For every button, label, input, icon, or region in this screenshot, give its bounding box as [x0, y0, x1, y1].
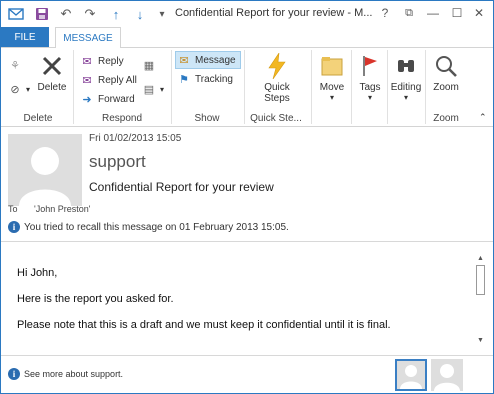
title-bar: ↶ ↷ ↑ ↓ ▾ Confidential Report for your r…: [1, 1, 493, 27]
see-more-link[interactable]: i See more about support.: [8, 368, 123, 380]
reply-button[interactable]: ✉ Reply: [79, 52, 124, 70]
tracking-label: Tracking: [195, 73, 233, 85]
save-icon[interactable]: [33, 5, 51, 23]
zoom-label: Zoom: [433, 82, 459, 93]
redo-icon[interactable]: ↷: [81, 5, 99, 23]
outlook-app-icon[interactable]: [7, 5, 25, 23]
quick-steps-label-1: Quick: [264, 82, 290, 93]
flag-icon: [356, 52, 384, 80]
people-avatar-selected[interactable]: [395, 359, 427, 391]
group-separator: [425, 50, 426, 124]
group-separator: [311, 50, 312, 124]
scroll-up-icon[interactable]: ▲: [474, 253, 487, 263]
to-label: To: [8, 204, 18, 214]
window-title: Confidential Report for your review - M.…: [175, 7, 373, 19]
info-icon: i: [8, 221, 20, 233]
quick-steps-label-2: Steps: [264, 93, 290, 104]
zoom-group-label: Zoom: [433, 113, 459, 124]
reply-all-label: Reply All: [98, 74, 137, 86]
delete-label: Delete: [37, 82, 67, 93]
message-view-button[interactable]: ✉ Message: [175, 51, 241, 69]
forward-icon: ➜: [82, 93, 92, 106]
quick-steps-group-label: Quick Ste...: [250, 113, 302, 124]
binoculars-icon: [392, 52, 420, 80]
message-header: Fri 01/02/2013 15:05 support Confidentia…: [1, 128, 493, 242]
editing-dropdown-icon: ▾: [403, 93, 408, 102]
forward-label: Forward: [98, 93, 135, 105]
tab-file[interactable]: FILE: [1, 27, 49, 47]
body-line: Hi John,: [17, 267, 58, 279]
scroll-thumb[interactable]: [476, 265, 485, 295]
header-divider: [1, 241, 493, 242]
group-separator: [171, 50, 172, 124]
reply-all-button[interactable]: ✉ Reply All: [79, 71, 137, 89]
group-separator: [73, 50, 74, 124]
message-body[interactable]: Hi John, Here is the report you asked fo…: [1, 251, 493, 355]
outlook-message-window: ↶ ↷ ↑ ↓ ▾ Confidential Report for your r…: [0, 0, 494, 394]
tracking-icon: ⚑: [179, 73, 189, 86]
body-line: Here is the report you asked for.: [17, 293, 174, 305]
recall-info-bar: i You tried to recall this message on 01…: [8, 221, 289, 233]
folder-move-icon: [318, 52, 346, 80]
arrow-down-icon[interactable]: ↓: [131, 5, 149, 23]
see-more-text: See more about support.: [24, 369, 124, 379]
message-icon: ✉: [179, 54, 189, 67]
magnifier-icon: [432, 52, 460, 80]
reply-icon: ✉: [82, 55, 92, 68]
minimize-button[interactable]: —: [421, 3, 445, 23]
maximize-button[interactable]: ☐: [445, 3, 469, 23]
forward-button[interactable]: ➜ Forward: [79, 90, 135, 108]
body-line: Please note that this is a draft and we …: [17, 319, 391, 331]
sender-avatar[interactable]: [8, 134, 82, 206]
tab-message[interactable]: MESSAGE: [55, 27, 121, 48]
recall-info-text: You tried to recall this message on 01 F…: [24, 221, 289, 233]
reply-all-icon: ✉: [82, 74, 92, 87]
info-icon: i: [8, 368, 20, 380]
zoom-button[interactable]: Zoom: [428, 52, 464, 93]
undo-icon[interactable]: ↶: [57, 5, 75, 23]
more-respond-icon[interactable]: ▤ ▾: [141, 80, 164, 98]
close-button[interactable]: ✕: [467, 3, 491, 23]
scroll-down-icon[interactable]: ▼: [474, 335, 487, 345]
reply-label: Reply: [98, 55, 124, 67]
editing-button[interactable]: Editing ▾: [388, 52, 424, 102]
message-label: Message: [195, 54, 236, 66]
customize-qat-icon[interactable]: ▾: [153, 5, 171, 23]
move-dropdown-icon: ▾: [329, 93, 334, 102]
sender-name[interactable]: support: [89, 152, 146, 172]
delete-button[interactable]: Delete: [35, 52, 69, 93]
sent-date: Fri 01/02/2013 15:05: [89, 133, 182, 144]
ignore-icon[interactable]: ⚘: [7, 56, 26, 74]
tags-label: Tags: [359, 82, 381, 93]
editing-label: Editing: [390, 82, 422, 93]
show-group-label: Show: [194, 113, 220, 124]
help-button[interactable]: ?: [373, 3, 397, 23]
tags-dropdown-icon: ▾: [367, 93, 372, 102]
ribbon: ⚘ ⊘ ▾ Delete Delete ✉ Reply ✉ Reply All ➜…: [1, 47, 493, 127]
quick-steps-button[interactable]: Quick Steps: [253, 52, 301, 104]
delete-x-icon: [38, 52, 66, 80]
message-subject: Confidential Report for your review: [89, 180, 274, 194]
tags-button[interactable]: Tags ▾: [355, 52, 385, 102]
ribbon-display-button[interactable]: ⧉: [397, 3, 421, 23]
people-pane: i See more about support.: [1, 355, 493, 393]
tracking-button[interactable]: ⚑ Tracking: [176, 70, 233, 88]
move-label: Move: [319, 82, 345, 93]
arrow-up-icon[interactable]: ↑: [107, 5, 125, 23]
junk-icon[interactable]: ⊘ ▾: [7, 80, 30, 98]
to-row: To 'John Preston': [8, 204, 91, 214]
ribbon-tabs: FILE MESSAGE: [1, 27, 493, 48]
meeting-icon[interactable]: ▦: [141, 56, 160, 74]
people-avatar[interactable]: [431, 359, 463, 391]
group-separator: [351, 50, 352, 124]
move-button[interactable]: Move ▾: [315, 52, 349, 102]
respond-group-label: Respond: [101, 113, 143, 124]
to-recipient[interactable]: 'John Preston': [34, 204, 90, 214]
body-scrollbar[interactable]: ▲ ▼: [474, 253, 487, 345]
lightning-icon: [263, 52, 291, 80]
collapse-ribbon-icon[interactable]: ⌃: [479, 108, 487, 126]
delete-group-label: Delete: [23, 113, 53, 124]
